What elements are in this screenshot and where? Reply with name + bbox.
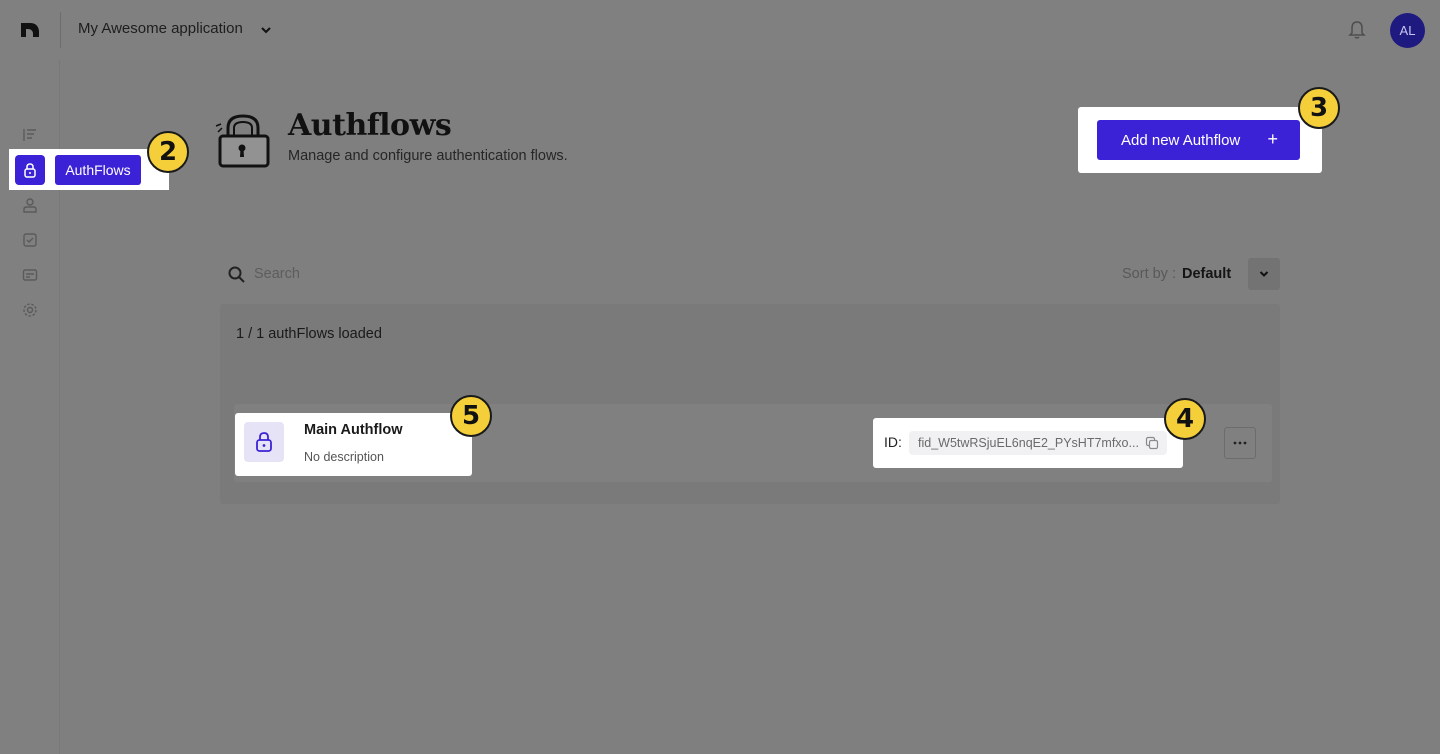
top-bar: My Awesome application AL [0,0,1440,60]
sort-dropdown-button[interactable] [1248,258,1280,290]
step-badge: 3 [1298,87,1340,129]
notification-bell-icon[interactable] [1348,20,1366,40]
sort-value[interactable]: Default [1182,266,1231,282]
card-icon[interactable] [22,267,38,283]
gear-icon[interactable] [22,302,38,318]
sidebar-tooltip: AuthFlows [55,155,141,185]
app-logo-icon[interactable] [18,18,42,42]
step-badge: 4 [1164,398,1206,440]
chevron-down-icon[interactable] [259,23,273,37]
authflow-icon [244,422,284,462]
padlock-icon [215,114,270,168]
authflow-description: No description [304,450,384,464]
search-input[interactable] [254,264,754,284]
user-icon[interactable] [22,197,38,213]
authflow-name[interactable]: Main Authflow [304,422,403,438]
page-subtitle: Manage and configure authentication flow… [288,148,568,164]
step-badge: 5 [450,395,492,437]
chevron-down-icon [1259,271,1269,277]
sort-label: Sort by : [1122,266,1176,282]
ellipsis-icon [1233,441,1247,445]
search-icon [228,266,245,283]
step-badge: 2 [147,131,189,173]
page-title: Authflows [288,108,452,143]
topbar-divider [60,12,61,48]
copy-icon[interactable] [1145,436,1159,450]
checkbox-icon[interactable] [22,232,38,248]
add-authflow-button[interactable]: Add new Authflow + [1097,120,1300,160]
lock-icon [24,163,36,178]
plus-icon: + [1267,129,1278,149]
user-avatar[interactable]: AL [1390,13,1425,48]
app-selector-label[interactable]: My Awesome application [78,20,243,37]
list-icon[interactable] [22,127,38,143]
id-value: fid_W5twRSjuEL6nqE2_PYsHT7mfxo... [918,436,1139,450]
sidebar-item-authflows[interactable] [15,155,45,185]
add-authflow-label: Add new Authflow [1121,131,1241,149]
lock-icon [256,432,272,452]
more-options-button[interactable] [1224,427,1256,459]
loaded-count: 1 / 1 authFlows loaded [236,326,382,342]
id-label: ID: [884,434,902,450]
